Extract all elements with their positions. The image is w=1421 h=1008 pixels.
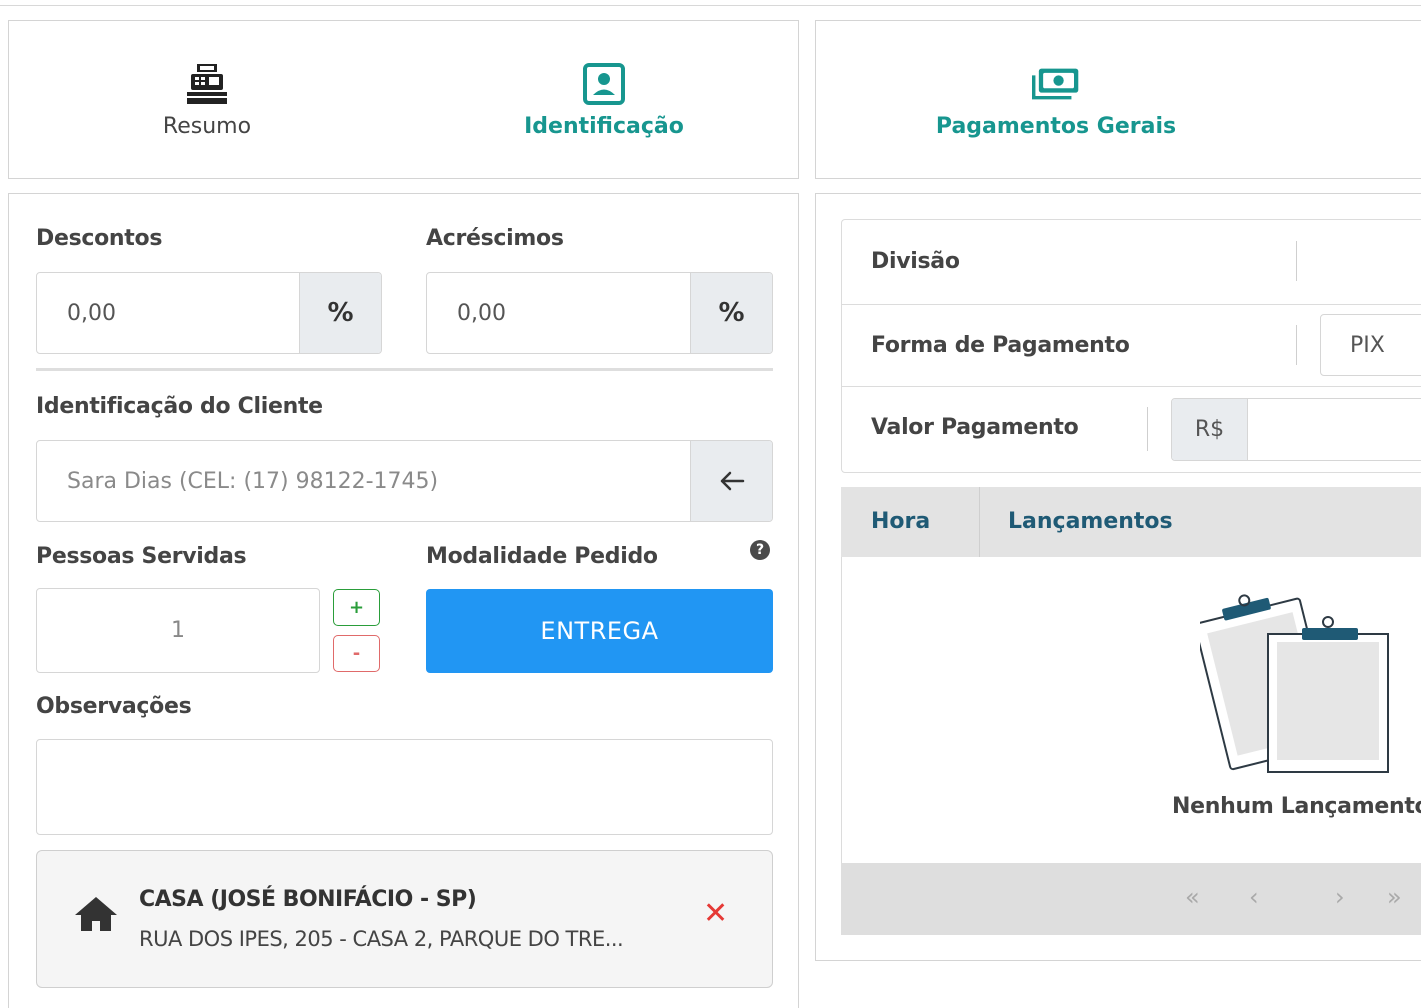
divisao-label: Divisão — [871, 249, 960, 274]
id-card-icon — [580, 60, 628, 108]
remove-address-icon[interactable]: ✕ — [703, 899, 728, 929]
descontos-input[interactable]: 0,00 — [37, 273, 299, 353]
address-title: CASA (JOSÉ BONIFÁCIO - SP) — [139, 887, 477, 912]
percent-icon: % — [718, 298, 745, 328]
home-icon — [75, 897, 117, 931]
cliente-input-group: Sara Dias (CEL: (17) 98122-1745) — [36, 440, 773, 522]
col-divider — [979, 487, 980, 557]
acrescimos-input-group: 0,00 % — [426, 272, 773, 354]
row-divider — [1296, 241, 1297, 281]
observacoes-textarea[interactable] — [36, 739, 773, 835]
lancamentos-table-header: Hora Lançamentos — [841, 487, 1421, 557]
pager-next-button[interactable]: › — [1335, 883, 1345, 911]
arrow-left-icon — [720, 471, 744, 491]
help-icon[interactable]: ? — [750, 540, 770, 560]
tab-pagamentos-gerais[interactable]: Pagamentos Gerais — [916, 21, 1196, 178]
modalidade-label: Modalidade Pedido — [426, 544, 658, 569]
money-bill-icon — [1032, 60, 1080, 108]
cash-register-icon — [183, 60, 231, 108]
divisao-row: Divisão — [841, 219, 1421, 305]
increment-button[interactable]: + — [333, 589, 380, 626]
tab-pagamentos-label: Pagamentos Gerais — [935, 114, 1177, 139]
nav-panel-right: Pagamentos Gerais — [815, 20, 1421, 179]
pessoas-input[interactable]: 1 — [36, 588, 320, 673]
modalidade-entrega-button[interactable]: ENTREGA — [426, 589, 773, 673]
acrescimos-input[interactable]: 0,00 — [427, 273, 690, 353]
clipboard-empty-icon — [1200, 594, 1389, 773]
observacoes-label: Observações — [36, 694, 192, 719]
descontos-label: Descontos — [36, 226, 163, 251]
top-divider — [0, 5, 1421, 6]
cliente-input[interactable]: Sara Dias (CEL: (17) 98122-1745) — [37, 441, 690, 521]
forma-select[interactable]: PIX — [1320, 314, 1421, 376]
pessoas-label: Pessoas Servidas — [36, 544, 247, 569]
row-divider — [1296, 325, 1297, 365]
address-line: RUA DOS IPES, 205 - CASA 2, PARQUE DO TR… — [139, 927, 624, 951]
cliente-back-button[interactable] — [690, 441, 772, 521]
descontos-percent-button[interactable]: % — [299, 273, 381, 353]
valor-input[interactable] — [1248, 399, 1421, 460]
tab-identificacao-label: Identificação — [524, 114, 684, 139]
pagination-bar: « ‹ › » — [841, 863, 1421, 935]
col-hora[interactable]: Hora — [871, 509, 930, 534]
pager-last-button[interactable]: » — [1387, 883, 1402, 911]
acrescimos-label: Acréscimos — [426, 226, 564, 251]
pager-prev-button[interactable]: ‹ — [1249, 883, 1259, 911]
valor-label: Valor Pagamento — [871, 415, 1079, 440]
acrescimos-percent-button[interactable]: % — [690, 273, 772, 353]
percent-icon: % — [327, 298, 354, 328]
tab-identificacao[interactable]: Identificação — [504, 21, 704, 178]
valor-input-group: R$ — [1171, 398, 1421, 461]
col-lancamentos[interactable]: Lançamentos — [1008, 509, 1173, 534]
empty-state-text: Nenhum Lançamento — [1172, 794, 1421, 819]
descontos-input-group: 0,00 % — [36, 272, 382, 354]
forma-label: Forma de Pagamento — [871, 333, 1130, 358]
section-divider — [36, 368, 773, 371]
decrement-button[interactable]: - — [333, 635, 380, 672]
address-card: CASA (JOSÉ BONIFÁCIO - SP) RUA DOS IPES,… — [36, 850, 773, 988]
tab-resumo-label: Resumo — [162, 114, 252, 139]
row-divider — [1147, 407, 1148, 451]
pager-first-button[interactable]: « — [1185, 883, 1200, 911]
currency-addon: R$ — [1172, 399, 1248, 460]
nav-panel-left: Resumo Identificação — [8, 20, 799, 179]
tab-resumo[interactable]: Resumo — [129, 21, 285, 178]
cliente-label: Identificação do Cliente — [36, 394, 323, 419]
